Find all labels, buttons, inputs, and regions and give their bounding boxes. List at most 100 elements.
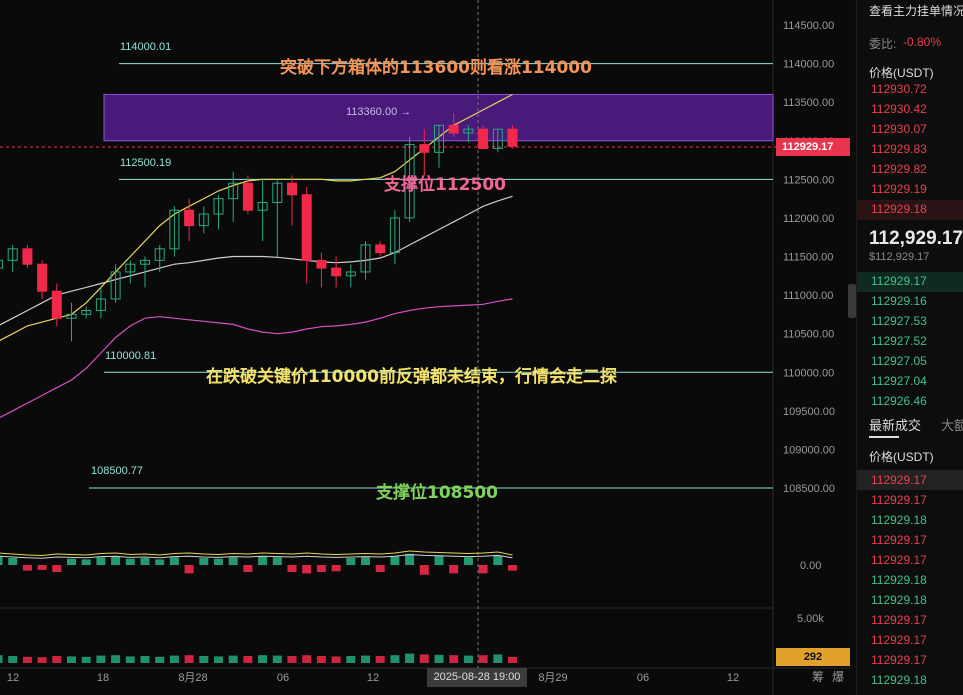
candle-down	[242, 182, 253, 211]
volume-bar	[258, 556, 268, 565]
candle-down	[22, 248, 33, 265]
trade-row: 112929.18	[871, 573, 927, 587]
indicator-bar	[434, 654, 444, 663]
volume-bar	[22, 565, 32, 571]
trade-row: 112929.17	[871, 473, 927, 487]
volume-bar	[419, 565, 429, 575]
vol-axis-tick: 5.00k	[797, 613, 824, 625]
order-book-panel: 查看主力挂单情况 委比: -0.80% 价格(USDT) 112,929.17 …	[856, 0, 963, 695]
indicator-bar	[52, 656, 62, 663]
x-axis-tick: 06	[277, 672, 289, 684]
price-header: 价格(USDT)	[869, 66, 934, 80]
active-tab-underline	[869, 436, 899, 438]
volume-bar	[111, 556, 121, 565]
candlestick-chart-svg[interactable]: 114500.00114000.00113500.00113000.001125…	[0, 0, 850, 695]
level-label-114000: 114000.01	[120, 41, 172, 53]
x-axis-tick: 12	[727, 672, 739, 684]
trade-row: 112929.17	[871, 533, 927, 547]
ratio-value: -0.80%	[903, 35, 942, 49]
volume-bar	[214, 558, 223, 565]
ask-row[interactable]: 112929.83	[871, 142, 927, 156]
trade-row: 112929.17	[871, 653, 927, 667]
indicator-bar	[140, 656, 150, 663]
chip-distribution-icon: 筹	[812, 670, 824, 684]
annotation-key-110000: 在跌破关键价110000前反弹都未结束，行情会走二探	[206, 367, 617, 387]
volume-tag: 292	[776, 648, 850, 666]
y-axis-tick: 109000.00	[783, 444, 835, 456]
candle-down	[448, 124, 459, 134]
x-axis-tick: 8月28	[178, 672, 207, 684]
volume-bar	[243, 565, 253, 572]
x-axis-tick: 12	[7, 672, 19, 684]
volume-bar	[52, 565, 62, 572]
bid-row[interactable]: 112929.16	[871, 294, 927, 308]
ask-row[interactable]: 112930.07	[871, 122, 927, 136]
volume-bar	[449, 565, 459, 574]
panel-resize-handle[interactable]	[848, 284, 856, 318]
order-book-title[interactable]: 查看主力挂单情况	[869, 2, 963, 19]
x-axis-tick: 18	[97, 672, 109, 684]
bid-row[interactable]: 112927.52	[871, 334, 927, 348]
volume-bar	[375, 565, 385, 572]
volume-bar	[346, 558, 356, 565]
indicator-bar	[316, 656, 326, 663]
indicator-bar	[155, 656, 165, 663]
candle-down	[184, 209, 195, 227]
volume-bar	[199, 558, 209, 565]
trade-row: 112929.18	[871, 513, 927, 527]
bid-row[interactable]: 112929.17	[871, 274, 927, 288]
volume-bar	[169, 557, 179, 565]
volume-bar	[302, 565, 312, 574]
tab-latest-trades[interactable]: 最新成交	[869, 415, 921, 434]
vol-axis-tick: 0.00	[800, 560, 821, 572]
volume-bar	[81, 559, 91, 565]
ask-row[interactable]: 112930.42	[871, 102, 927, 116]
candle-down	[51, 290, 62, 319]
trade-row: 112929.17	[871, 493, 927, 507]
y-axis-tick: 111500.00	[783, 252, 833, 264]
y-axis-tick: 112500.00	[783, 174, 834, 186]
volume-bar	[493, 555, 503, 565]
y-axis-tick: 110500.00	[783, 329, 834, 341]
bid-row[interactable]: 112926.46	[871, 394, 927, 408]
ask-row[interactable]: 112930.72	[871, 82, 927, 96]
indicator-bar	[0, 655, 3, 663]
volume-bar	[67, 558, 76, 565]
indicator-bar	[169, 655, 179, 663]
trade-row: 112929.18	[871, 593, 927, 607]
bid-row[interactable]: 112927.04	[871, 374, 927, 388]
indicator-bar	[390, 655, 400, 663]
ask-row[interactable]: 112929.18	[871, 202, 927, 216]
trade-row: 112929.17	[871, 553, 927, 567]
price-chart[interactable]: 114500.00114000.00113500.00113000.001125…	[0, 0, 850, 695]
indicator-bar	[81, 656, 91, 663]
trading-screen: 114500.00114000.00113500.00113000.001125…	[0, 0, 963, 695]
indicator-bar	[111, 655, 121, 663]
candle-down	[316, 259, 327, 269]
bid-row[interactable]: 112927.05	[871, 354, 927, 368]
volume-bar	[0, 556, 3, 565]
candle-down	[507, 128, 518, 147]
y-axis-tick: 108500.00	[783, 483, 835, 495]
box-high-label: 113360.00 →	[346, 106, 412, 118]
ratio-label: 委比:	[869, 37, 897, 51]
candle-down	[37, 263, 48, 292]
indicator-bar	[508, 656, 517, 663]
candle-up	[0, 259, 3, 269]
tab-large-trades[interactable]: 大额	[941, 415, 963, 434]
volume-bar	[155, 559, 165, 565]
y-axis-tick: 109500.00	[783, 406, 835, 418]
ask-row[interactable]: 112929.19	[871, 182, 927, 196]
indicator-bar	[125, 656, 135, 663]
indicator-bar	[419, 654, 429, 663]
indicator-bar	[449, 655, 459, 663]
volume-bar	[184, 565, 194, 574]
annotation-support-112500: 支撑位112500	[384, 175, 506, 195]
indicator-bar	[478, 655, 488, 663]
ask-row[interactable]: 112929.82	[871, 162, 927, 176]
liquidation-icon: 爆	[832, 670, 844, 684]
bid-row[interactable]: 112927.53	[871, 314, 927, 328]
y-axis-tick: 113500.00	[783, 97, 834, 109]
indicator-bar	[463, 655, 473, 663]
volume-bar	[272, 557, 282, 565]
